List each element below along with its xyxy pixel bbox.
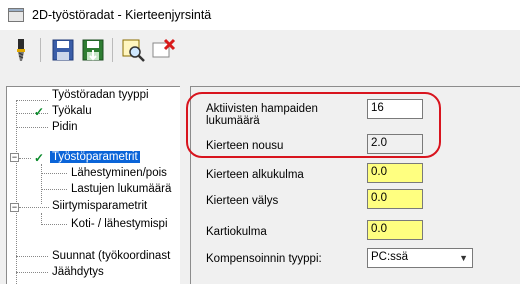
- tree-item-holder[interactable]: Pidin: [52, 121, 78, 133]
- toolbar: [0, 30, 520, 72]
- delete-icon[interactable]: [150, 37, 176, 63]
- start-angle-input[interactable]: 0.0: [367, 163, 423, 183]
- tree-item-chip-count[interactable]: Lastujen lukumäärä: [71, 183, 171, 195]
- tree-line: [41, 224, 67, 225]
- compensation-type-select[interactable]: PC:ssä ▼: [367, 248, 473, 268]
- tree-item-cooling[interactable]: Jäähdytys: [52, 266, 104, 278]
- chevron-down-icon: ▼: [459, 253, 468, 263]
- tree-line: [16, 127, 48, 128]
- tree-item-approach[interactable]: Lähestyminen/pois: [71, 167, 167, 179]
- tree-item-home-approach[interactable]: Koti- / lähestymispi: [71, 218, 168, 230]
- tree-panel: Työstöradan tyyppi ✓ Työkalu Pidin − ✓ T…: [6, 86, 180, 284]
- cone-angle-input[interactable]: 0.0: [367, 220, 423, 240]
- check-icon: ✓: [34, 105, 45, 119]
- tool-icon[interactable]: [8, 37, 34, 63]
- save-icon[interactable]: [50, 37, 76, 63]
- collapse-icon[interactable]: −: [10, 203, 19, 212]
- tree-item-tool[interactable]: Työkalu: [52, 105, 92, 117]
- tree-line: [19, 158, 31, 159]
- compensation-type-value: PC:ssä: [371, 251, 409, 263]
- tree-line: [41, 189, 67, 190]
- window-title: 2D-työstöradat - Kierteenjyrsintä: [32, 8, 212, 22]
- tree-item-toolpath-type[interactable]: Työstöradan tyyppi: [52, 89, 149, 101]
- tree-item-machining-params[interactable]: Työstöparametrit: [50, 151, 140, 163]
- toolbar-separator: [40, 38, 41, 62]
- red-highlight-annotation: [186, 92, 441, 158]
- tree-item-transfer-params[interactable]: Siirtymisparametrit: [52, 200, 147, 212]
- collapse-icon[interactable]: −: [10, 153, 19, 162]
- tree-item-directions[interactable]: Suunnat (työkoordinast: [52, 250, 170, 262]
- check-icon: ✓: [34, 151, 45, 165]
- cone-angle-label: Kartiokulma: [206, 226, 267, 238]
- tree-line: [16, 272, 48, 273]
- compensation-type-label: Kompensoinnin tyyppi:: [206, 253, 322, 265]
- tree-line: [16, 256, 48, 257]
- clearance-label: Kierteen välys: [206, 195, 279, 207]
- tree-line: [19, 207, 49, 208]
- save-as-icon[interactable]: [80, 37, 106, 63]
- start-angle-label: Kierteen alkukulma: [206, 169, 304, 181]
- clearance-input[interactable]: 0.0: [367, 189, 423, 209]
- preview-icon[interactable]: [120, 37, 146, 63]
- title-bar: 2D-työstöradat - Kierteenjyrsintä: [0, 0, 520, 30]
- tree-line: [16, 100, 48, 101]
- app-icon: [8, 8, 24, 22]
- toolbar-separator: [112, 38, 113, 62]
- tree-line: [41, 164, 42, 204]
- tree-line: [41, 173, 67, 174]
